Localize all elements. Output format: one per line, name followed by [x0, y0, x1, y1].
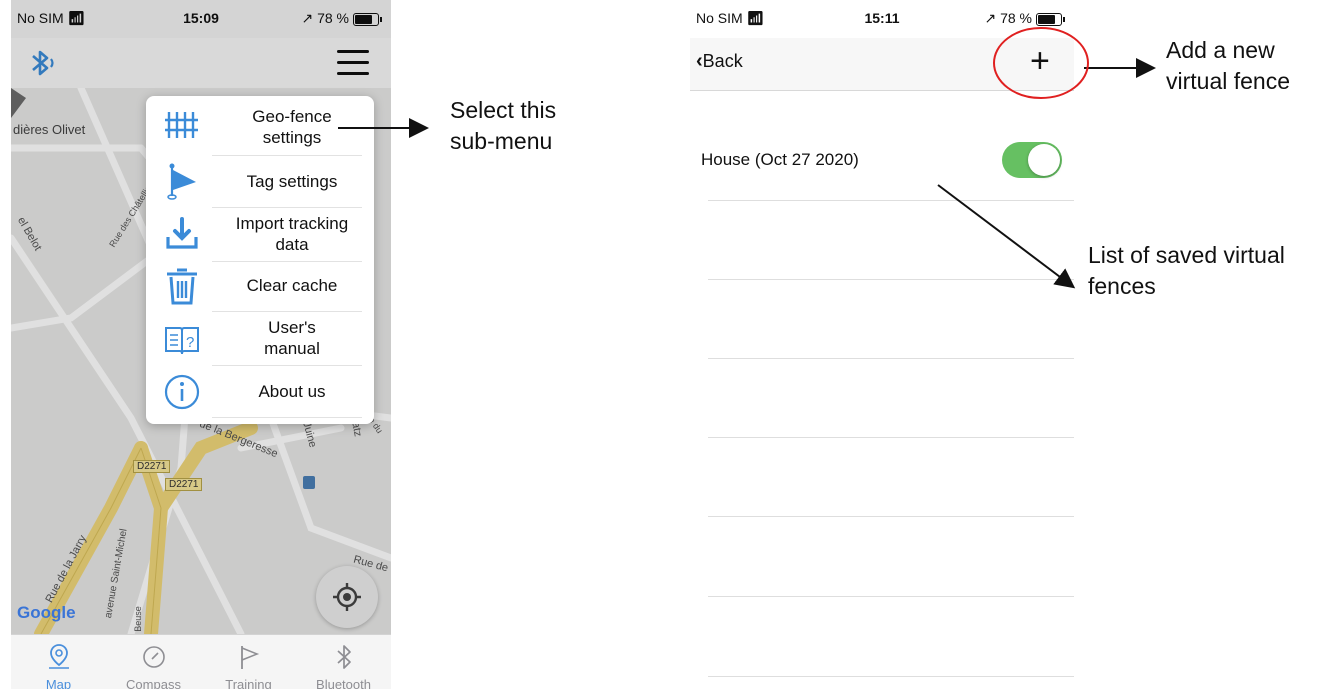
highlight-circle [993, 27, 1089, 99]
annotation-saved-list: List of saved virtual fences [1088, 242, 1285, 299]
annotation-arrows [338, 27, 1156, 289]
annotation-add-fence: Add a new virtual fence [1166, 37, 1291, 94]
annotation-select-submenu: Select this sub-menu [450, 97, 557, 154]
